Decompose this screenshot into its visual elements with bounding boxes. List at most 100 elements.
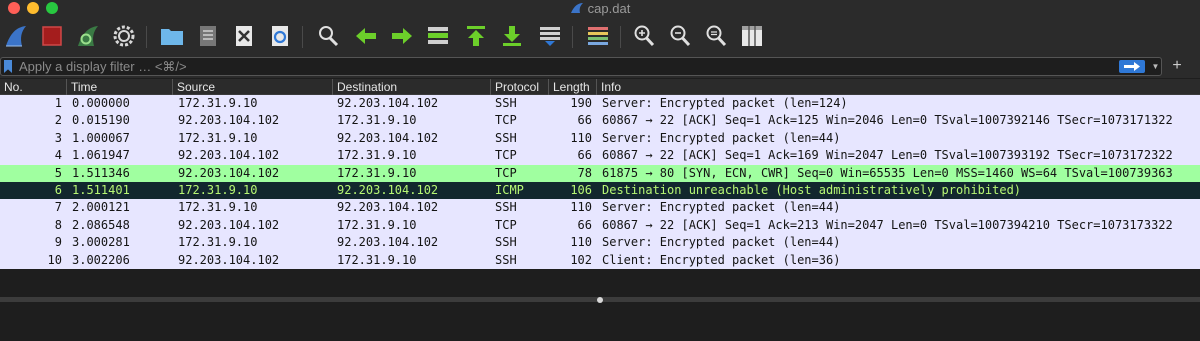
arrow-left-icon: [356, 28, 376, 44]
cell-time: 2.086548: [72, 217, 130, 232]
packet-row[interactable]: 8 2.086548 92.203.104.102 172.31.9.10 TCP 66 6…: [0, 216, 1200, 235]
restart-capture-button[interactable]: [74, 22, 102, 50]
cell-destination: 92.203.104.102: [337, 182, 439, 197]
cell-time: 3.002206: [72, 252, 130, 267]
cell-info: Client: Encrypted packet (len=36): [602, 252, 841, 267]
cell-no: 1: [54, 96, 62, 110]
shark-fin-icon: [6, 26, 26, 47]
capture-options-button[interactable]: [110, 22, 138, 50]
cell-destination: 172.31.9.10: [337, 148, 417, 163]
cell-protocol: SSH: [495, 252, 517, 267]
close-file-button[interactable]: [230, 22, 258, 50]
column-header-info[interactable]: Info: [596, 79, 1200, 95]
zoom-normal-button[interactable]: [702, 22, 730, 50]
cell-no: 9: [54, 235, 62, 250]
cell-source: 92.203.104.102: [178, 217, 280, 232]
cell-time: 0.015190: [72, 113, 130, 128]
cell-time: 1.511346: [72, 165, 130, 180]
packet-row-selected[interactable]: 6 1.511401 172.31.9.10 92.203.104.102 ICMP 10…: [0, 181, 1200, 200]
cell-info: 60867 → 22 [ACK] Seq=1 Ack=169 Win=2047 …: [602, 148, 1173, 163]
display-filter-input[interactable]: Apply a display filter … <⌘/> ▼: [0, 57, 1162, 76]
packet-row[interactable]: 9 3.000281 172.31.9.10 92.203.104.102 SSH 110…: [0, 234, 1200, 252]
column-header-source[interactable]: Source: [172, 79, 332, 95]
cell-info: Server: Encrypted packet (len=124): [602, 96, 848, 110]
cell-info: Server: Encrypted packet (len=44): [602, 200, 841, 215]
cell-length: 110: [570, 130, 592, 145]
packet-row[interactable]: 4 1.061947 92.203.104.102 172.31.9.10 TCP 66 6…: [0, 147, 1200, 165]
packet-row[interactable]: 7 2.000121 172.31.9.10 92.203.104.102 SSH 110…: [0, 199, 1200, 217]
cell-source: 92.203.104.102: [178, 252, 280, 267]
cell-length: 110: [570, 235, 592, 250]
zoom-in-icon: [634, 25, 655, 47]
packet-list-header: No. Time Source Destination Protocol Len…: [0, 79, 1200, 95]
cell-destination: 92.203.104.102: [337, 200, 439, 215]
cell-info: Server: Encrypted packet (len=44): [602, 130, 841, 145]
column-header-time[interactable]: Time: [66, 79, 172, 95]
cell-length: 66: [577, 217, 592, 232]
column-header-destination[interactable]: Destination: [332, 79, 490, 95]
folder-icon: [161, 29, 183, 45]
cell-length: 106: [570, 182, 592, 197]
column-header-no[interactable]: No.: [0, 79, 66, 95]
splitter-handle-icon[interactable]: [597, 297, 603, 303]
add-filter-button-icon[interactable]: +: [1170, 56, 1184, 76]
cell-source: 172.31.9.10: [178, 96, 258, 110]
packet-row[interactable]: 3 1.000067 172.31.9.10 92.203.104.102 SSH 110…: [0, 129, 1200, 148]
go-back-button[interactable]: [352, 22, 380, 50]
close-file-icon: [236, 26, 252, 46]
go-first-button[interactable]: [462, 22, 490, 50]
title-bar: cap.dat: [0, 0, 1200, 18]
cell-time: 1.000067: [72, 130, 130, 145]
zoom-in-button[interactable]: [630, 22, 658, 50]
cell-destination: 92.203.104.102: [337, 96, 439, 110]
autoscroll-icon: [540, 27, 560, 46]
find-packet-button[interactable]: [314, 22, 342, 50]
arrow-down-bar-icon: [503, 26, 521, 46]
cell-source: 92.203.104.102: [178, 165, 280, 180]
cell-protocol: TCP: [495, 217, 517, 232]
colorize-button[interactable]: [584, 22, 612, 50]
autoscroll-button[interactable]: [536, 22, 564, 50]
zoom-normal-icon: [706, 25, 727, 47]
go-forward-button[interactable]: [388, 22, 416, 50]
cell-length: 66: [577, 113, 592, 128]
cell-protocol: SSH: [495, 235, 517, 250]
cell-destination: 172.31.9.10: [337, 252, 417, 267]
column-header-protocol[interactable]: Protocol: [490, 79, 548, 95]
packet-row[interactable]: 5 1.511346 92.203.104.102 172.31.9.10 TCP 78 6…: [0, 164, 1200, 182]
save-file-button[interactable]: [194, 22, 222, 50]
cell-no: 6: [54, 182, 62, 197]
go-to-packet-button[interactable]: [424, 22, 452, 50]
zoom-out-icon: [670, 25, 691, 47]
start-capture-button[interactable]: [2, 22, 30, 50]
cell-protocol: SSH: [495, 130, 517, 145]
packet-row[interactable]: 1 0.000000 172.31.9.10 92.203.104.102 SSH 190…: [0, 95, 1200, 113]
column-header-length[interactable]: Length: [548, 79, 596, 95]
shark-fin-icon: [570, 3, 583, 13]
colorize-lines-icon: [588, 27, 608, 45]
goto-packet-icon: [428, 27, 448, 44]
go-last-button[interactable]: [498, 22, 526, 50]
packet-details-pane: [0, 269, 1200, 341]
filter-bookmark-icon[interactable]: [4, 60, 12, 73]
apply-filter-arrow-icon[interactable]: [1119, 60, 1145, 73]
cell-length: 110: [570, 200, 592, 215]
packet-row[interactable]: 10 3.002206 92.203.104.102 172.31.9.10 SSH 10…: [0, 251, 1200, 269]
resize-columns-button[interactable]: [738, 22, 766, 50]
cell-source: 172.31.9.10: [178, 182, 258, 197]
open-file-button[interactable]: [158, 22, 186, 50]
cell-info: Destination unreachable (Host administra…: [602, 182, 1022, 197]
cell-no: 4: [54, 148, 62, 163]
display-filter-placeholder: Apply a display filter … <⌘/>: [19, 59, 187, 74]
cell-no: 5: [54, 165, 62, 180]
cell-destination: 92.203.104.102: [337, 130, 439, 145]
packet-row[interactable]: 2 0.015190 92.203.104.102 172.31.9.10 TCP 66 6…: [0, 112, 1200, 130]
reload-file-button[interactable]: [266, 22, 294, 50]
cell-no: 8: [54, 217, 62, 232]
stop-capture-button[interactable]: [38, 22, 66, 50]
cell-destination: 172.31.9.10: [337, 113, 417, 128]
zoom-out-button[interactable]: [666, 22, 694, 50]
cell-destination: 172.31.9.10: [337, 217, 417, 232]
filter-dropdown-icon[interactable]: ▼: [1150, 60, 1161, 73]
magnifier-icon: [319, 26, 339, 47]
